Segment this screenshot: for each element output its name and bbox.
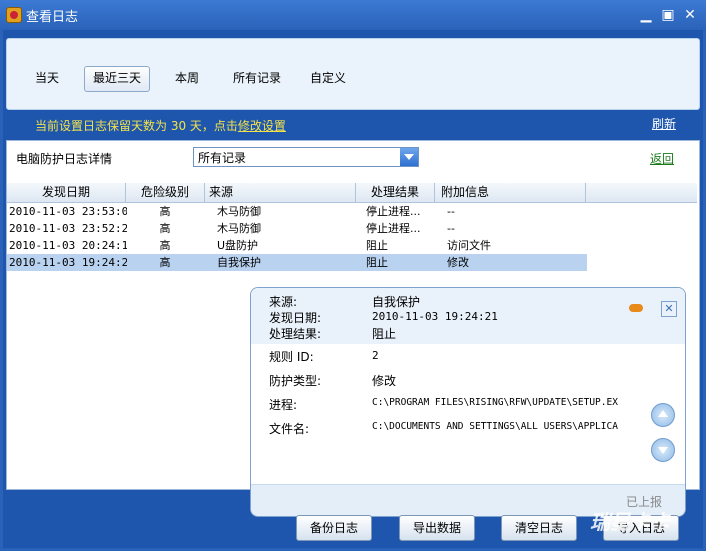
filter-today[interactable]: 当天 [27,66,67,90]
backup-log-button[interactable]: 备份日志 [296,515,372,541]
cell-source: 自我保护 [217,256,261,269]
table-header: 发现日期 危险级别 来源 处理结果 附加信息 [7,183,697,203]
table-row-selected[interactable]: 2010-11-03 19:24:21 高 自我保护 阻止 修改 [7,254,587,271]
retention-notice-text: 当前设置日志保留天数为 30 天，点击 [35,119,238,133]
filter-last-three-days[interactable]: 最近三天 [84,66,151,92]
popup-type-value: 修改 [372,374,397,388]
table-row[interactable]: 2010-11-03 20:24:12 高 U盘防护 阻止 访问文件 [7,237,587,254]
window-title: 查看日志 [26,10,79,25]
export-data-button[interactable]: 导出数据 [399,515,475,541]
back-link[interactable]: 返回 [650,150,674,167]
cell-level: 高 [159,222,171,235]
cell-result: 阻止 [366,256,388,269]
log-detail-popup: 来源: 自我保护 发现日期: 2010-11-03 19:24:21 处理结果:… [250,287,686,517]
table-row[interactable]: 2010-11-03 23:53:01 高 木马防御 停止进程... -- [7,203,587,220]
popup-rule-value: 2 [372,349,379,362]
cell-level: 高 [159,205,171,218]
pin-icon[interactable] [629,304,643,312]
filter-custom[interactable]: 自定义 [302,66,354,90]
cell-info: 修改 [447,256,469,269]
column-header-date[interactable]: 发现日期 [7,183,126,202]
cell-source: 木马防御 [217,205,261,218]
column-header-info[interactable]: 附加信息 [435,183,586,202]
column-header-source[interactable]: 来源 [205,183,356,202]
refresh-link[interactable]: 刷新 [652,115,676,132]
cell-info: -- [447,205,455,218]
popup-type-label: 防护类型: [269,374,322,388]
cell-date: 2010-11-03 23:52:27 [9,222,127,235]
cell-level: 高 [159,239,171,252]
cell-result: 停止进程... [366,205,421,218]
log-detail-label: 电脑防护日志详情 [16,152,113,166]
cell-level: 高 [159,256,171,269]
cell-result: 停止进程... [366,222,421,235]
popup-source-value: 自我保护 [372,295,421,309]
maximize-icon[interactable]: ▣ [660,7,676,23]
filter-all-records[interactable]: 所有记录 [225,66,289,90]
watermark: 瑞星卡卡 [590,510,670,534]
popup-process-label: 进程: [269,398,298,412]
table-row[interactable]: 2010-11-03 23:52:27 高 木马防御 停止进程... -- [7,220,587,237]
scroll-down-icon[interactable] [651,438,675,462]
cell-source: U盘防护 [217,239,259,252]
popup-result-label: 处理结果: [269,327,322,341]
log-type-select-value: 所有记录 [198,151,247,165]
log-type-select[interactable]: 所有记录 [193,147,419,167]
retention-notice: 当前设置日志保留天数为 30 天，点击修改设置 [35,117,286,134]
column-header-result[interactable]: 处理结果 [356,183,435,202]
popup-file-value: C:\DOCUMENTS AND SETTINGS\ALL USERS\APPL… [372,421,618,432]
column-header-level[interactable]: 危险级别 [126,183,205,202]
modify-settings-link[interactable]: 修改设置 [238,119,286,133]
popup-result-value: 阻止 [372,327,397,341]
cell-date: 2010-11-03 20:24:12 [9,239,127,252]
close-icon[interactable]: ✕ [682,7,698,23]
popup-source-label: 来源: [269,295,298,309]
cell-date: 2010-11-03 23:53:01 [9,205,127,218]
minimize-icon[interactable]: ▁ [638,7,654,23]
scroll-up-icon[interactable] [651,403,675,427]
popup-date-label: 发现日期: [269,311,322,325]
cell-info: 访问文件 [447,239,491,252]
cell-info: -- [447,222,455,235]
popup-date-value: 2010-11-03 19:24:21 [372,310,498,323]
title-bar [0,0,706,30]
clear-log-button[interactable]: 清空日志 [501,515,577,541]
popup-file-label: 文件名: [269,422,310,436]
filter-this-week[interactable]: 本周 [167,66,207,90]
cell-date: 2010-11-03 19:24:21 [9,256,127,269]
cell-source: 木马防御 [217,222,261,235]
chevron-down-icon[interactable] [400,148,418,166]
popup-process-value: C:\PROGRAM FILES\RISING\RFW\UPDATE\SETUP… [372,397,618,408]
cell-result: 阻止 [366,239,388,252]
app-logo-icon [6,7,22,23]
popup-rule-label: 规则 ID: [269,350,314,364]
popup-close-icon[interactable]: ✕ [661,301,677,317]
